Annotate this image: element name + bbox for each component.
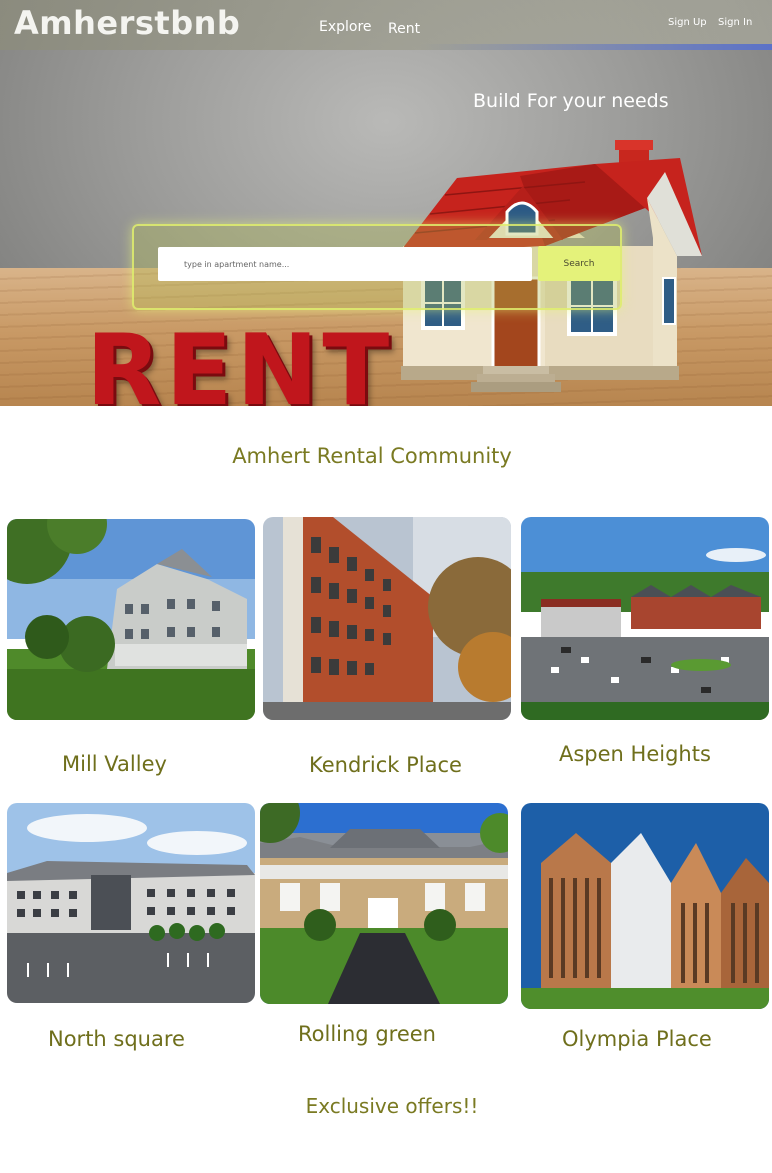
mill-valley-photo[interactable] [7,519,255,720]
hero-tagline: Build For your needs [473,90,669,112]
community-section-title: Amhert Rental Community [232,444,512,468]
rent-sign: RENT [86,314,394,406]
listing-name-aspen-heights[interactable]: Aspen Heights [559,742,711,766]
nav-rent-link[interactable]: Rent [388,21,420,37]
rolling-green-photo[interactable] [260,803,508,1004]
sign-in-link[interactable]: Sign In [718,17,752,28]
kendrick-place-photo[interactable] [263,517,511,720]
site-logo[interactable]: Amherstbnb [14,4,240,42]
sign-up-link[interactable]: Sign Up [668,17,707,28]
listing-name-mill-valley[interactable]: Mill Valley [62,752,167,776]
listing-name-olympia-place[interactable]: Olympia Place [562,1027,712,1051]
listing-name-rolling-green[interactable]: Rolling green [298,1022,436,1046]
listing-name-kendrick-place[interactable]: Kendrick Place [309,753,462,777]
listing-name-north-square[interactable]: North square [48,1027,185,1051]
exclusive-offers-title: Exclusive offers!! [305,1094,479,1118]
north-square-photo[interactable] [7,803,255,1003]
nav-explore-link[interactable]: Explore [319,19,372,35]
hero-banner: RENT Amherstbnb Explore Rent Sign Up Sig… [0,0,772,406]
search-button[interactable]: Search [538,246,620,281]
olympia-place-photo[interactable] [521,803,769,1009]
aspen-heights-photo[interactable] [521,517,769,720]
apartment-search-input[interactable] [158,247,532,281]
navbar-accent-stripe [420,44,772,50]
